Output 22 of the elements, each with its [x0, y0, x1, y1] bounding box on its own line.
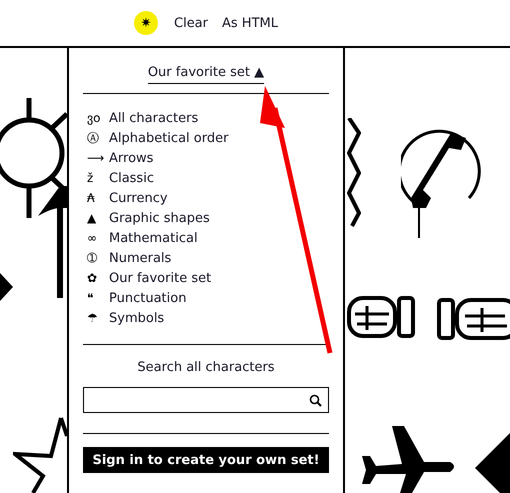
clear-link[interactable]: Clear — [174, 16, 208, 30]
category-item[interactable]: Ⓐ Alphabetical order — [83, 128, 329, 148]
category-item[interactable]: ž Classic — [83, 168, 329, 188]
category-item[interactable]: ▲ Graphic shapes — [83, 208, 329, 228]
triangle-drawing — [0, 273, 13, 301]
category-item[interactable]: ⟶ Arrows — [83, 148, 329, 168]
search-icon — [309, 394, 322, 406]
diamond-drawing — [475, 433, 510, 493]
search-field[interactable] — [83, 387, 329, 413]
category-item[interactable]: ☂ Symbols — [83, 308, 329, 328]
search-heading: Search all characters — [136, 360, 276, 375]
category-item[interactable]: ∞ Mathematical — [83, 228, 329, 248]
category-dropdown[interactable]: Our favorite set ▲ — [148, 65, 264, 84]
signin-button[interactable]: Sign in to create your own set! — [83, 447, 329, 473]
category-item[interactable]: ➀ Numerals — [83, 248, 329, 268]
category-item[interactable]: ✿ Our favorite set — [83, 268, 329, 288]
pointing-hand-drawing — [347, 294, 415, 340]
html-link[interactable]: As HTML — [222, 16, 278, 30]
category-item[interactable]: ₳ Currency — [83, 188, 329, 208]
category-item[interactable]: ❝ Punctuation — [83, 288, 329, 308]
logo-button[interactable]: ✷ — [134, 11, 158, 35]
category-item[interactable]: ვo All characters — [83, 108, 329, 128]
